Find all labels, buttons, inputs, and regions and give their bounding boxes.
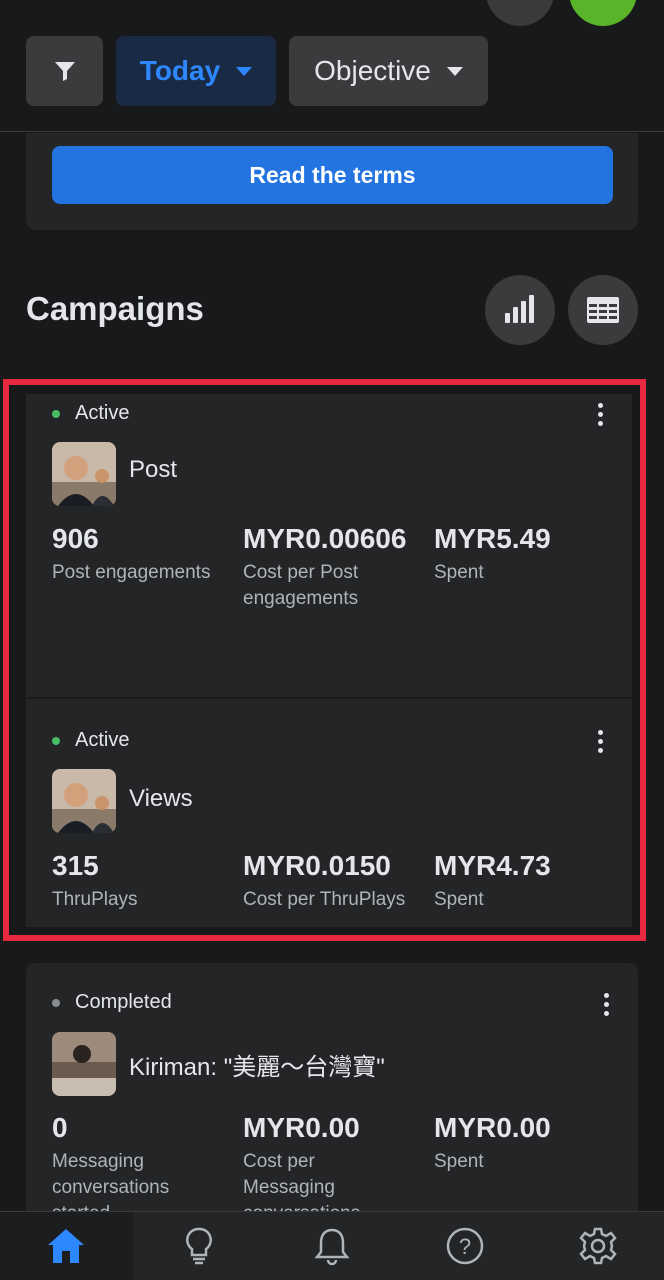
campaign-card[interactable]: Active Post 906 Post engagements MYR0.00… [26,394,632,697]
date-range-dropdown[interactable]: Today [116,36,276,106]
campaign-name[interactable]: Kiriman: "美麗～台灣寶" [129,1047,385,1082]
bottom-nav: ? [0,1211,664,1280]
metric-spent: MYR4.73 Spent [434,850,551,910]
lightbulb-icon [186,1227,213,1265]
status-badge: Active [52,729,129,752]
campaigns-title: Campaigns [26,290,204,327]
home-icon [48,1229,85,1263]
terms-card: Read the terms [26,133,638,230]
objective-label: Objective [314,55,431,86]
campaign-card[interactable]: Active Views 315 ThruPlays MYR0.0150 Cos… [26,699,632,927]
bar-chart-icon [505,295,534,323]
campaign-thumbnail [52,442,116,506]
gear-icon [578,1227,617,1265]
campaign-name[interactable]: Post [129,456,177,484]
metric-spent: MYR5.49 Spent [434,523,551,583]
more-options-icon[interactable] [596,730,604,753]
metric-spent: MYR0.00 Spent [434,1112,551,1172]
campaign-thumbnail [52,769,116,833]
objective-dropdown[interactable]: Objective [289,36,488,106]
metric-cost-per-result: MYR0.0150 Cost per ThruPlays [243,850,406,910]
table-icon [587,297,619,323]
tab-notifications[interactable] [266,1212,399,1280]
status-badge: Active [52,402,129,425]
filter-bar: Today Objective [0,0,664,132]
tab-insights[interactable] [133,1212,266,1280]
read-terms-button[interactable]: Read the terms [52,146,613,204]
completed-dot-icon [52,998,60,1007]
filter-button[interactable] [26,36,103,106]
svg-text:?: ? [459,1234,471,1259]
campaign-name[interactable]: Views [129,785,193,813]
active-dot-icon [52,736,60,745]
metric-result: 906 Post engagements [52,523,211,583]
chevron-down-icon [446,66,463,76]
chart-view-button[interactable] [485,275,555,345]
table-view-button[interactable] [568,275,638,345]
more-options-icon[interactable] [602,993,610,1016]
metric-result: 0 Messaging conversations started [52,1112,170,1211]
tab-home[interactable] [0,1212,133,1280]
chevron-down-icon [236,66,253,76]
tab-help[interactable]: ? [398,1212,531,1280]
date-range-label: Today [139,55,221,86]
metric-result: 315 ThruPlays [52,850,138,910]
campaign-card[interactable]: Completed Kiriman: "美麗～台灣寶" 0 Messaging … [26,963,638,1211]
tab-settings[interactable] [531,1212,664,1280]
campaign-thumbnail [52,1032,116,1096]
bell-icon [314,1228,350,1266]
status-badge: Completed [52,991,172,1014]
more-options-icon[interactable] [596,403,604,426]
help-icon: ? [446,1227,484,1265]
metric-cost-per-result: MYR0.00 Cost per Messaging conversations… [243,1112,360,1211]
metric-cost-per-result: MYR0.00606 Cost per Post engagements [243,523,407,609]
active-dot-icon [52,409,60,418]
filter-icon [54,62,75,81]
